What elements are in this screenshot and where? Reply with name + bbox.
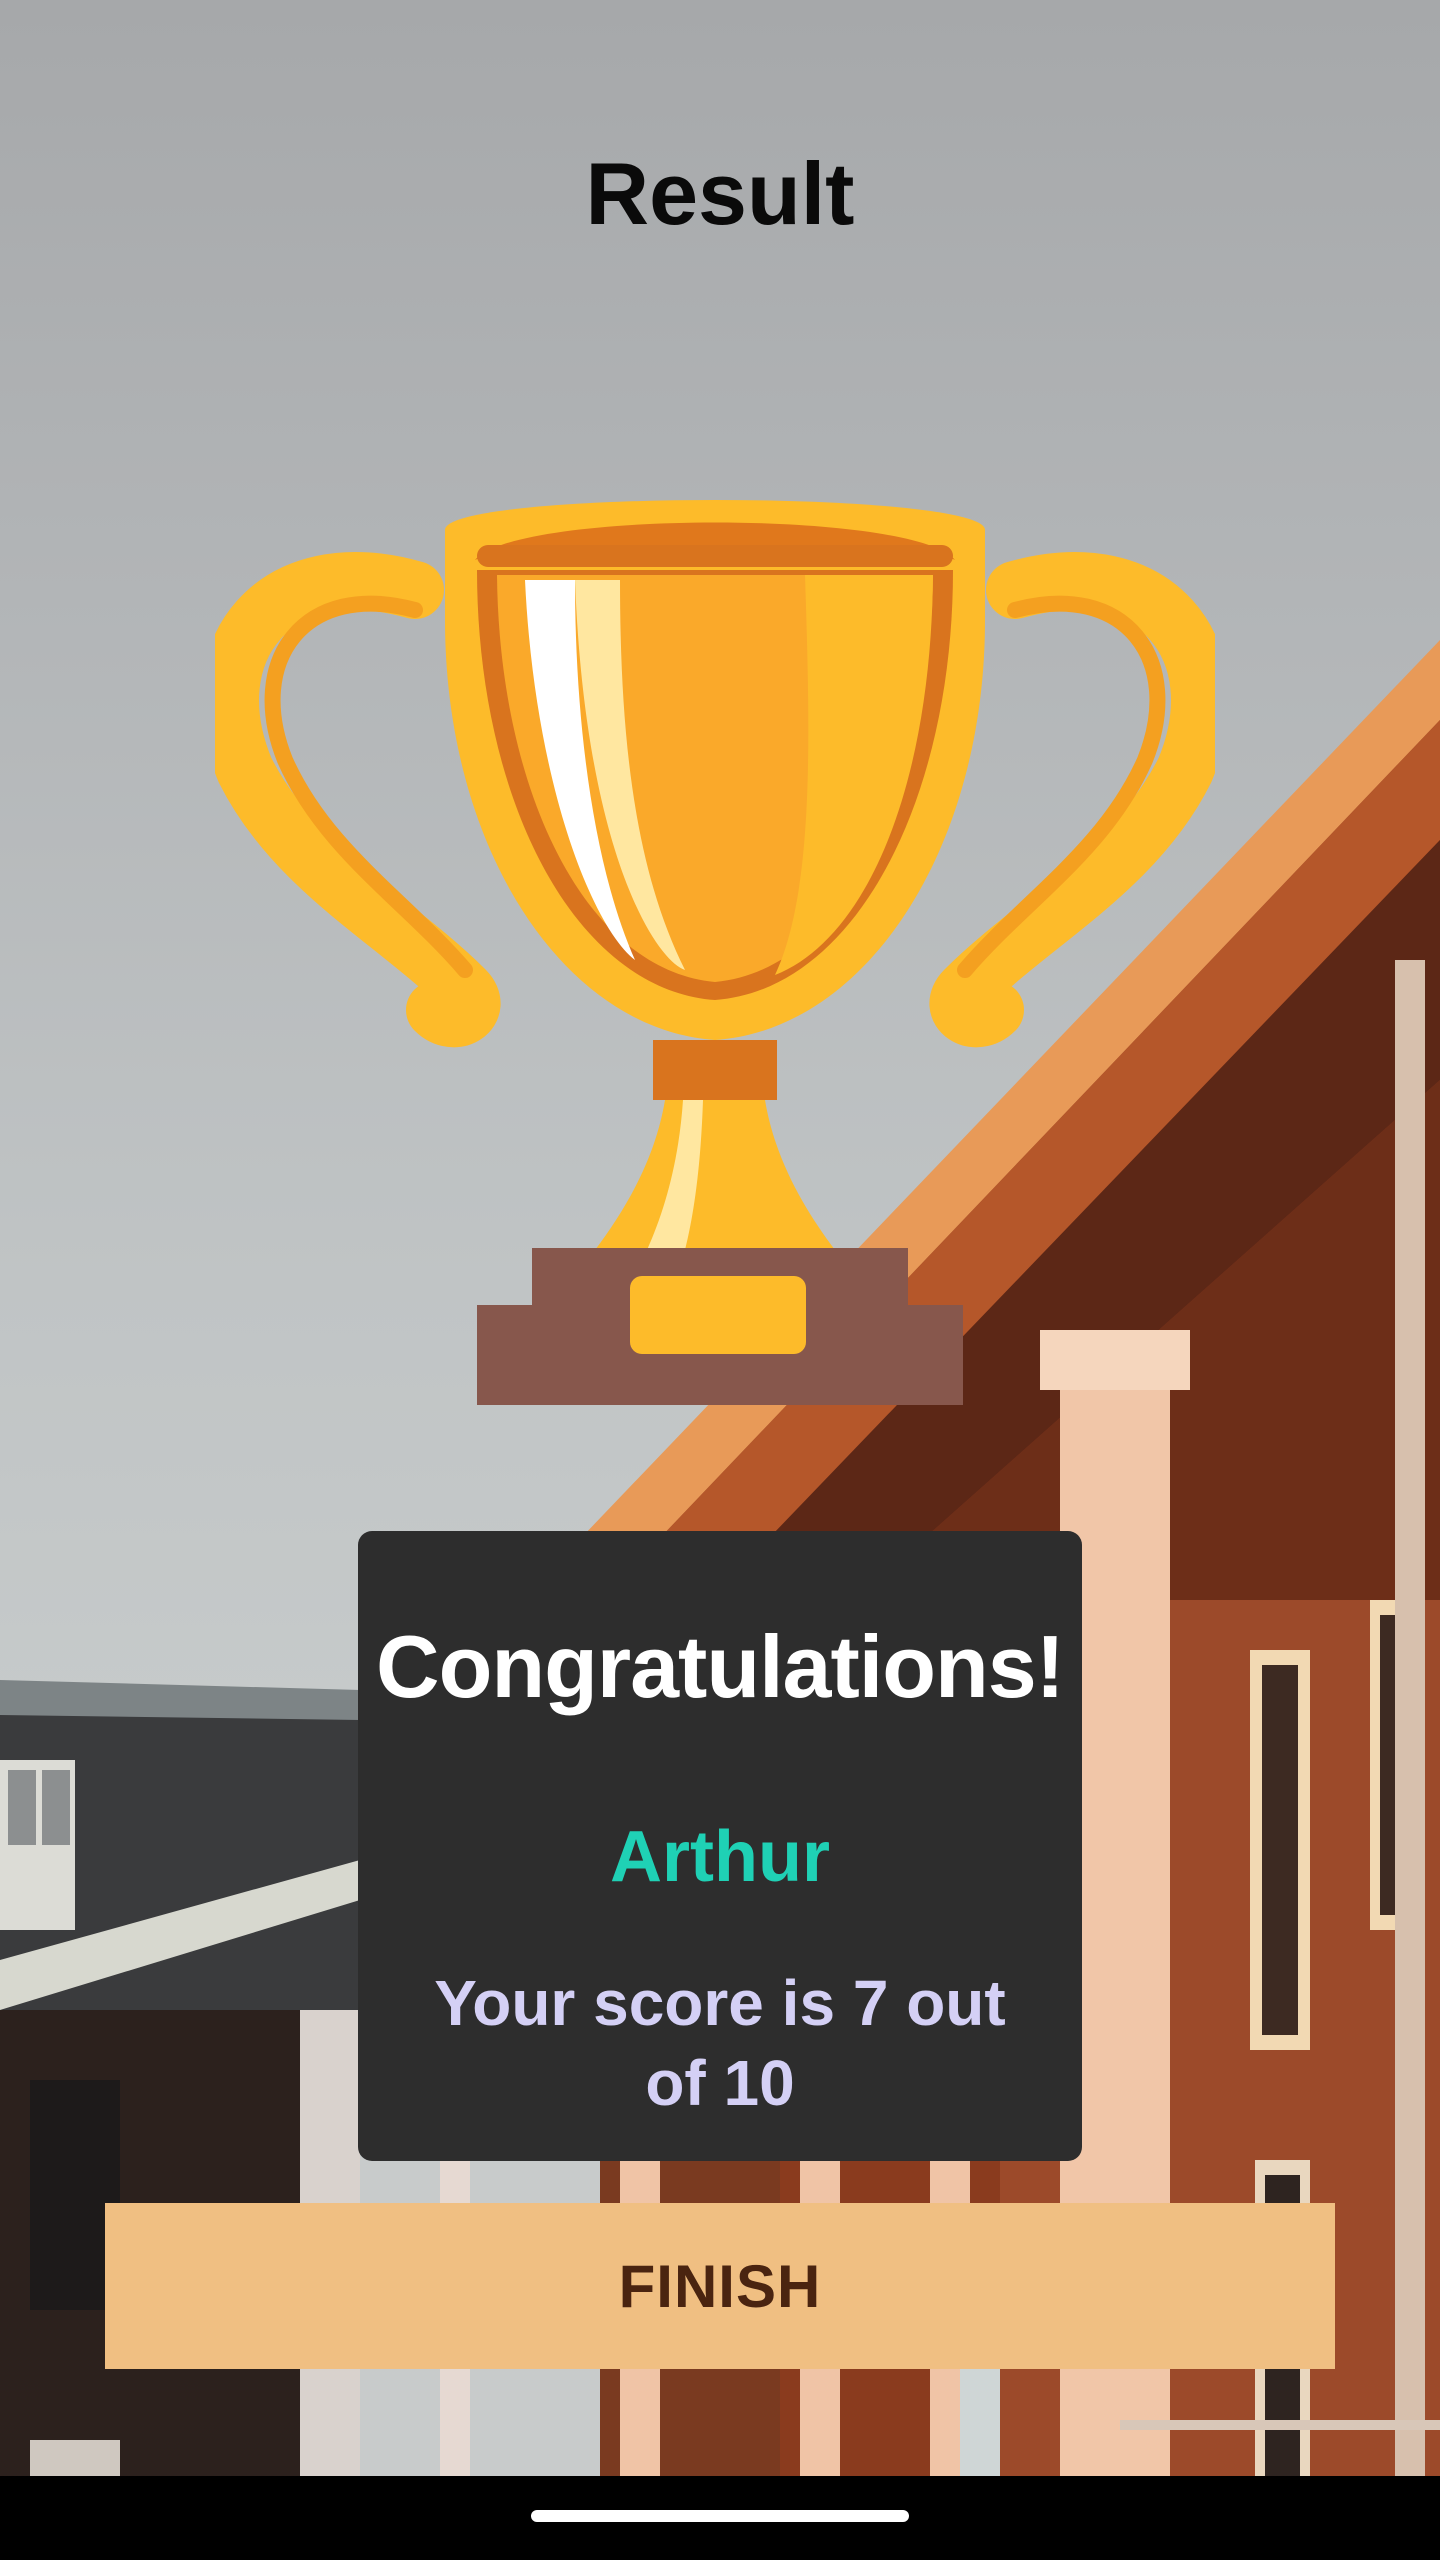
finish-button[interactable]: FINISH <box>105 2203 1335 2369</box>
navigation-bar <box>0 2476 1440 2560</box>
score-text: Your score is 7 out of 10 <box>434 1967 1006 2119</box>
home-indicator[interactable] <box>531 2510 909 2522</box>
result-card: Congratulations! Arthur Your score is 7 … <box>358 1531 1082 2161</box>
page-title: Result <box>585 144 855 243</box>
result-screen: Result Congratulations! Arthur Your scor… <box>0 0 1440 2560</box>
player-name: Arthur <box>610 1817 830 1897</box>
congratulations-heading: Congratulations! <box>376 1617 1065 1716</box>
trophy-icon <box>215 500 1215 1405</box>
